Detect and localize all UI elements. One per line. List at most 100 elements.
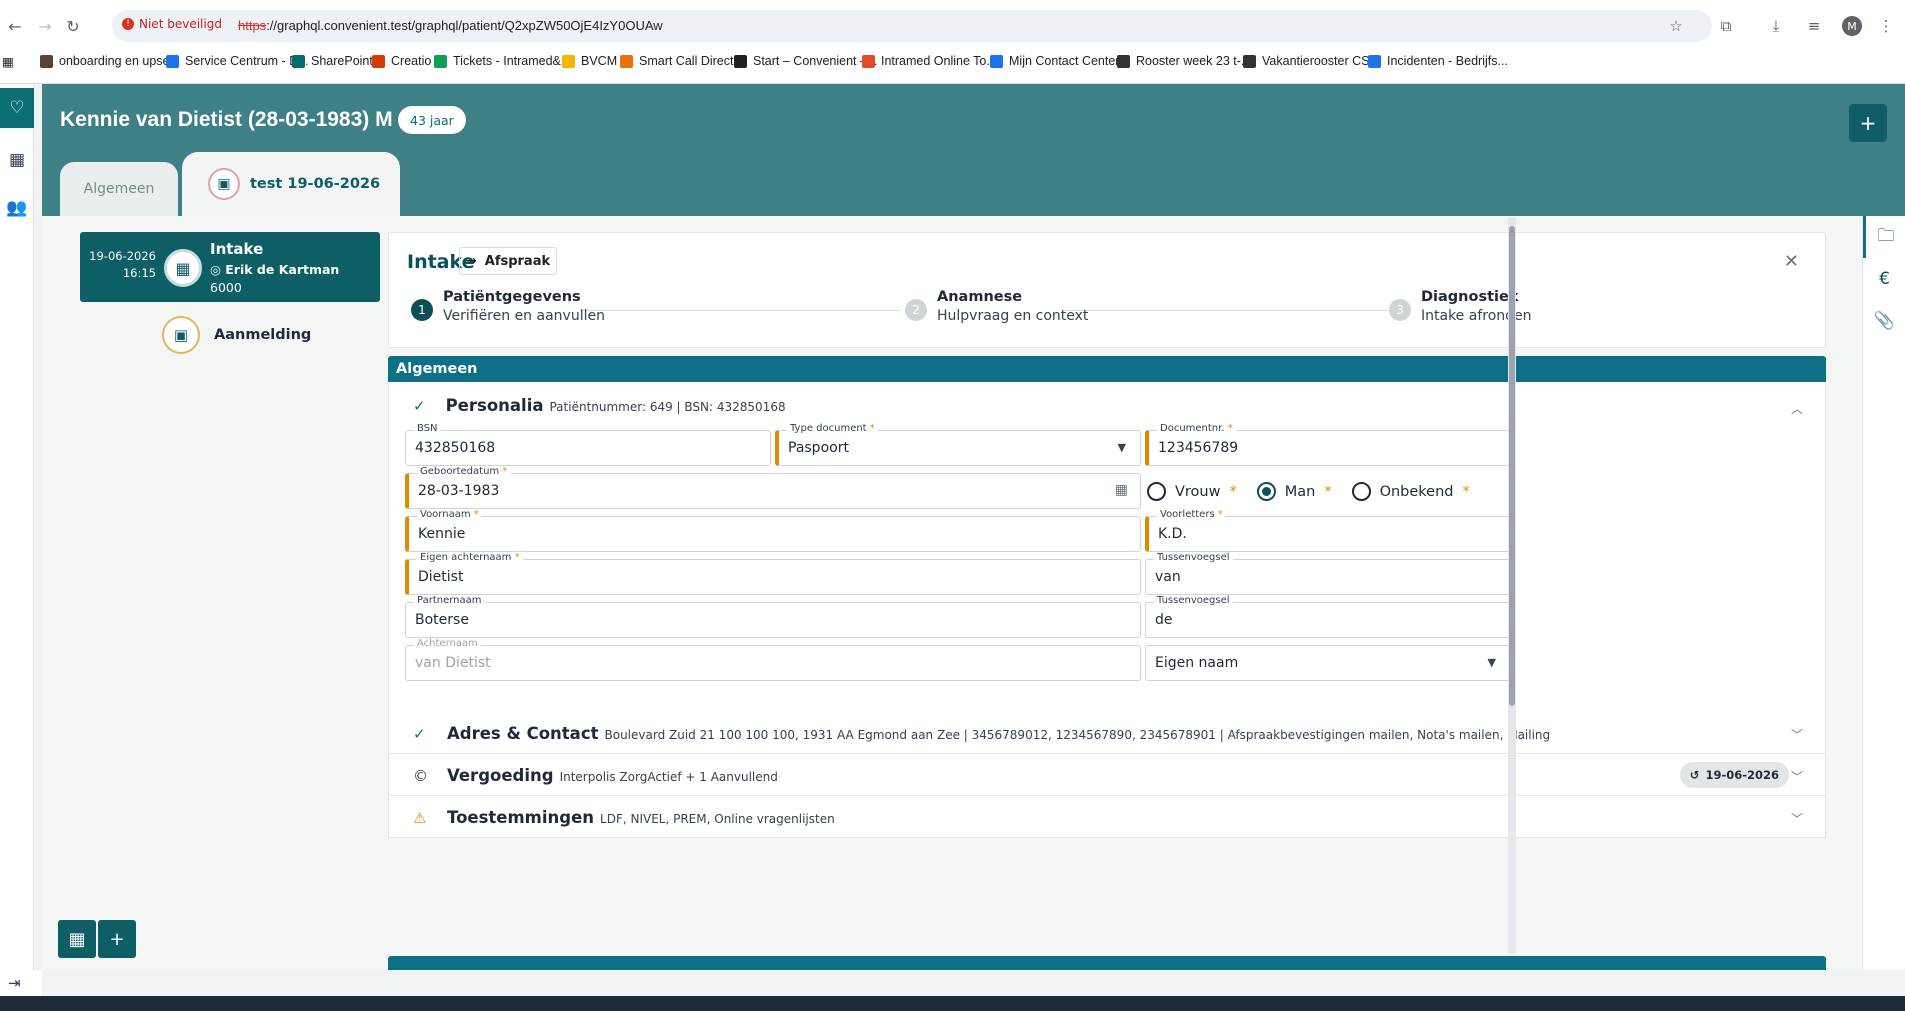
- bookmark-item[interactable]: onboarding en upse...: [40, 54, 180, 68]
- radio-circle[interactable]: [1351, 482, 1371, 501]
- warning-icon: ⚠: [413, 809, 427, 827]
- app-area: Kennie van Dietist (28-03-1983) M 43 jaa…: [42, 84, 1905, 970]
- partner-name-field[interactable]: Partnernaam Boterse: [405, 595, 1141, 638]
- bookmark-favicon-icon: [166, 54, 179, 68]
- calendar-icon[interactable]: ▦: [1115, 482, 1128, 498]
- content-area: 19-06-2026 16:15 ▦ Intake ◎ Erik de Kartm…: [42, 216, 1905, 970]
- users-icon[interactable]: 👥: [0, 188, 34, 228]
- age-badge: 43 jaar: [398, 106, 466, 134]
- appointment-therapist: ◎ Erik de Kartman: [210, 262, 340, 277]
- bookmark-favicon-icon: [292, 54, 305, 68]
- url-text[interactable]: https://graphql.convenient.test/graphql/…: [238, 18, 663, 33]
- profile-avatar[interactable]: M: [1842, 16, 1862, 36]
- menu-icon[interactable]: ⋮: [1876, 16, 1896, 36]
- tab-treatment[interactable]: ▣ test 19-06-2026: [182, 152, 400, 216]
- name-usage-select[interactable]: Eigen naam ▼: [1145, 645, 1511, 681]
- aanmelding-item[interactable]: ▣ Aanmelding: [162, 316, 311, 354]
- appointment-code: 6000: [210, 280, 242, 295]
- chevron-down-icon[interactable]: ﹀: [1791, 726, 1803, 743]
- prefix-field[interactable]: Tussenvoegsel van: [1145, 552, 1511, 595]
- bookmark-item[interactable]: Creatio: [372, 54, 431, 68]
- patient-title: Kennie van Dietist (28-03-1983) M: [60, 108, 393, 131]
- add-button[interactable]: +: [1849, 104, 1887, 142]
- security-indicator[interactable]: ! Niet beveiligd: [122, 17, 222, 31]
- appointment-datetime: 19-06-2026 16:15: [89, 249, 156, 280]
- radio-circle[interactable]: [1147, 482, 1166, 501]
- bookmark-item[interactable]: BVCM: [562, 54, 617, 68]
- gender-radio-man[interactable]: Man *: [1256, 482, 1332, 501]
- toestemmingen-accordion[interactable]: ⚠ Toestemmingen LDF, NIVEL, PREM, Online v…: [388, 796, 1826, 838]
- back-icon[interactable]: ←: [4, 15, 26, 37]
- personalia-header[interactable]: ✓ Personalia Patiëntnummer: 649 | BSN: 4…: [413, 396, 786, 415]
- bookmark-favicon-icon: [40, 54, 53, 68]
- bookmark-item[interactable]: Service Centrum - D...: [166, 54, 309, 68]
- bookmark-favicon-icon: [562, 54, 575, 68]
- dropdown-arrow-icon: ▼: [1487, 656, 1496, 669]
- tab-algemeen[interactable]: Algemeen: [60, 162, 178, 216]
- bookmark-item[interactable]: Mijn Contact Center...: [990, 54, 1129, 68]
- address-bar[interactable]: ! Niet beveiligd https://graphql.convenie…: [112, 10, 1712, 42]
- document-number-field[interactable]: Documentnr. * 123456789: [1145, 423, 1511, 466]
- copyright-icon: ©: [413, 767, 428, 785]
- extensions-icon[interactable]: ⧉: [1716, 16, 1736, 36]
- chevron-up-icon[interactable]: ︿: [1791, 400, 1803, 417]
- bookmark-favicon-icon: [372, 54, 385, 68]
- afspraak-button[interactable]: → Afspraak: [459, 247, 557, 275]
- bsn-field[interactable]: BSN 432850168: [405, 423, 771, 466]
- close-icon[interactable]: ✕: [1784, 251, 1799, 272]
- appointment-title: Intake: [210, 240, 264, 258]
- document-type-select[interactable]: Type document * Paspoort ▼: [775, 423, 1141, 466]
- bookmark-item[interactable]: Incidenten - Bedrijfs...: [1368, 54, 1508, 68]
- adres-contact-accordion[interactable]: ✓ Adres & Contact Boulevard Zuid 21 100 10…: [388, 712, 1826, 754]
- calendar-button[interactable]: ▦: [58, 920, 96, 958]
- required-marker: *: [1324, 483, 1332, 500]
- folder-icon[interactable]: 🗀: [1863, 216, 1905, 258]
- bookmark-favicon-icon: [734, 54, 747, 68]
- logout-icon[interactable]: ⇥: [8, 974, 21, 992]
- appointment-card[interactable]: 19-06-2026 16:15 ▦ Intake ◎ Erik de Kartm…: [80, 232, 380, 302]
- history-icon: ↺: [1689, 768, 1700, 782]
- reload-icon[interactable]: ↻: [62, 15, 84, 37]
- intake-main: Intake → Afspraak ✕ 1 Patiëntgegevens Veri…: [388, 232, 1826, 970]
- vergoeding-accordion[interactable]: © Vergoeding Interpolis ZorgActief + 1 Aan…: [388, 754, 1826, 796]
- surname-field[interactable]: Eigen achternaam * Dietist: [405, 552, 1141, 595]
- apps-grid-icon[interactable]: ▦: [2, 54, 14, 69]
- download-icon[interactable]: ⤓: [1766, 16, 1786, 36]
- paperclip-icon[interactable]: 📎: [1863, 300, 1905, 342]
- calendar-icon[interactable]: ▦: [0, 140, 34, 180]
- forward-icon[interactable]: →: [34, 15, 56, 37]
- file-user-icon: ▣: [208, 168, 240, 200]
- add-appointment-button[interactable]: +: [98, 920, 136, 958]
- scrollbar[interactable]: [1508, 218, 1516, 953]
- date-chip[interactable]: ↺ 19-06-2026: [1679, 762, 1789, 788]
- first-name-field[interactable]: Voornaam * Kennie: [405, 509, 1141, 552]
- media-icon[interactable]: ≡: [1804, 16, 1824, 36]
- bookmark-item[interactable]: Smart Call Director: [620, 54, 745, 68]
- gender-radio-vrouw[interactable]: Vrouw *: [1147, 482, 1237, 501]
- bookmark-favicon-icon: [1368, 54, 1381, 68]
- gender-radio-onbekend[interactable]: Onbekend *: [1351, 482, 1470, 501]
- chevron-down-icon[interactable]: ﹀: [1791, 810, 1803, 827]
- heart-handshake-icon[interactable]: ♡: [0, 88, 34, 128]
- euro-icon[interactable]: €: [1863, 258, 1905, 300]
- scrollbar-thumb[interactable]: [1509, 226, 1515, 706]
- calendar-icon: ▦: [164, 249, 202, 287]
- bookmark-item[interactable]: Intramed Online To...: [862, 54, 997, 68]
- bookmark-favicon-icon: [990, 54, 1003, 68]
- gender-radio-group: Vrouw * Man * Onbekend *: [1147, 482, 1470, 501]
- browser-chrome: ← → ↻ ! Niet beveiligd https://graphql.co…: [0, 0, 1905, 84]
- bookmark-item[interactable]: Tickets - Intramed&...: [434, 54, 571, 68]
- warning-icon: !: [122, 18, 134, 30]
- radio-circle[interactable]: [1256, 482, 1276, 501]
- bookmark-item[interactable]: Rooster week 23 t-...: [1117, 54, 1251, 68]
- initials-field[interactable]: Voorletters * K.D.: [1145, 509, 1511, 552]
- partner-prefix-field[interactable]: Tussenvoegsel de: [1145, 595, 1511, 638]
- birthdate-field[interactable]: Geboortedatum * 28-03-1983 ▦: [405, 466, 1141, 509]
- chevron-down-icon[interactable]: ﹀: [1791, 768, 1803, 785]
- bookmark-item[interactable]: SharePoint: [292, 54, 373, 68]
- step-2[interactable]: 2 Anamnese Hulpvraag en context: [905, 289, 1088, 324]
- bookmark-item[interactable]: Vakantierooster CS...: [1243, 54, 1380, 68]
- bookmark-star-icon[interactable]: ☆: [1666, 16, 1686, 36]
- bookmark-item[interactable]: Start – Convenient –...: [734, 54, 877, 68]
- step-1[interactable]: 1 Patiëntgegevens Verifiëren en aanvullen: [411, 289, 605, 324]
